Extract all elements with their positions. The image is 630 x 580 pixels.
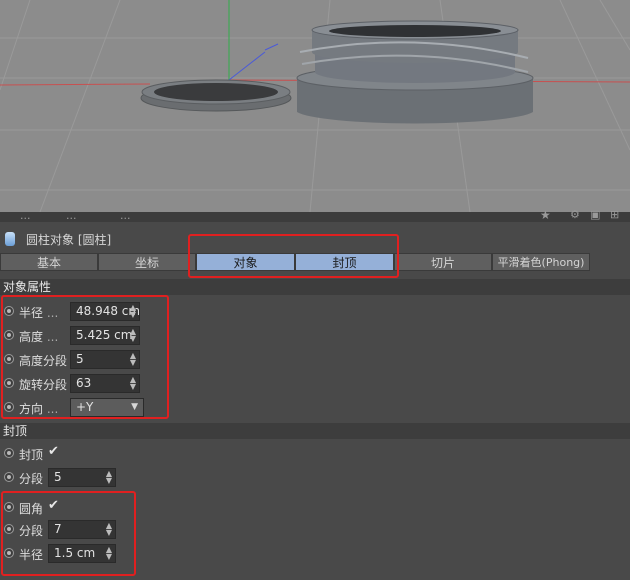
fillet-label: 圆角 <box>19 502 44 516</box>
height-segments-value: 5 <box>76 352 84 366</box>
height-dots: ... <box>46 330 59 344</box>
orientation-value: +Y <box>76 400 94 414</box>
fillet-radius-value: 1.5 cm <box>54 546 96 560</box>
attributes-panel: 圆柱对象 [圆柱] 基本 坐标 对象 封顶 切片 平滑着色(Phong) 对象属… <box>0 222 630 580</box>
animate-radio[interactable] <box>4 402 14 412</box>
tab-bar: 基本 坐标 对象 封顶 切片 平滑着色(Phong) <box>0 253 630 273</box>
animate-radio[interactable] <box>4 448 14 458</box>
fillet-segments-row: 分段 7 ▲ ▼ <box>0 519 630 541</box>
rotation-segments-input[interactable]: 63 ▲ ▼ <box>70 374 140 393</box>
height-row: 高度 ... 5.425 cm ▲ ▼ <box>0 325 630 347</box>
lock-icon[interactable]: ▣ <box>590 208 600 221</box>
cylinder-icon <box>5 232 15 246</box>
radius-label: 半径 <box>19 306 44 320</box>
cap-disk <box>140 79 292 112</box>
caps-checkbox[interactable]: ✔ <box>48 444 59 459</box>
star-icon[interactable]: ★ <box>540 208 551 222</box>
animate-radio[interactable] <box>4 306 14 316</box>
animate-radio[interactable] <box>4 524 14 534</box>
animate-radio[interactable] <box>4 378 14 388</box>
cylinder-object <box>296 20 534 124</box>
animate-radio[interactable] <box>4 472 14 482</box>
cap-segments-label: 分段 <box>19 472 44 486</box>
strip-text: ... <box>20 209 31 222</box>
radius-dots: ... <box>46 306 59 320</box>
spinner-icon[interactable]: ▲ ▼ <box>130 376 136 391</box>
spinner-icon[interactable]: ▲ ▼ <box>106 470 112 485</box>
rotation-segments-label: 旋转分段 <box>19 378 68 392</box>
height-segments-label: 高度分段 <box>19 354 68 368</box>
fillet-radius-input[interactable]: 1.5 cm ▲ ▼ <box>48 544 116 563</box>
object-header: 圆柱对象 [圆柱] <box>0 229 630 249</box>
spinner-icon[interactable]: ▲ ▼ <box>106 546 112 561</box>
height-input[interactable]: 5.425 cm ▲ ▼ <box>70 326 140 345</box>
cap-segments-value: 5 <box>54 470 62 484</box>
settings-icon[interactable]: ⚙ <box>570 208 580 221</box>
height-segments-input[interactable]: 5 ▲ ▼ <box>70 350 140 369</box>
height-segments-row: 高度分段 5 ▲ ▼ <box>0 349 630 371</box>
strip-text: ... <box>120 209 131 222</box>
tab-slice[interactable]: 切片 <box>394 253 492 271</box>
spinner-icon[interactable]: ▲ ▼ <box>130 304 136 319</box>
caps-row: 封顶 ✔ <box>0 443 630 465</box>
spinner-icon[interactable]: ▲ ▼ <box>130 328 136 343</box>
height-value: 5.425 cm <box>76 328 133 342</box>
animate-radio[interactable] <box>4 502 14 512</box>
tab-object[interactable]: 对象 <box>196 253 295 271</box>
tab-caps[interactable]: 封顶 <box>295 253 394 271</box>
orientation-select[interactable]: +Y ▼ <box>70 398 144 417</box>
orientation-dots: ... <box>46 402 59 416</box>
expand-icon[interactable]: ⊞ <box>610 208 619 221</box>
rotation-segments-row: 旋转分段 63 ▲ ▼ <box>0 373 630 395</box>
fillet-checkbox[interactable]: ✔ <box>48 498 59 513</box>
viewport-scene <box>0 0 630 212</box>
cap-segments-row: 分段 5 ▲ ▼ <box>0 467 630 489</box>
orientation-row: 方向 ... +Y ▼ <box>0 397 630 419</box>
fillet-radius-label: 半径 <box>19 548 44 562</box>
section-object-properties: 对象属性 <box>0 279 630 295</box>
section-caps: 封顶 <box>0 423 630 439</box>
chevron-down-icon: ▼ <box>131 402 138 412</box>
rotation-segments-value: 63 <box>76 376 92 390</box>
fillet-row: 圆角 ✔ <box>0 497 630 519</box>
tab-basic[interactable]: 基本 <box>0 253 98 271</box>
animate-radio[interactable] <box>4 354 14 364</box>
caps-label: 封顶 <box>19 448 44 462</box>
spinner-icon[interactable]: ▲ ▼ <box>106 522 112 537</box>
fillet-segments-input[interactable]: 7 ▲ ▼ <box>48 520 116 539</box>
3d-viewport[interactable] <box>0 0 630 212</box>
orientation-label: 方向 <box>19 402 44 416</box>
radius-input[interactable]: 48.948 cm ▲ ▼ <box>70 302 140 321</box>
fillet-radius-row: 半径 1.5 cm ▲ ▼ <box>0 543 630 565</box>
animate-radio[interactable] <box>4 548 14 558</box>
radius-row: 半径 ... 48.948 cm ▲ ▼ <box>0 301 630 323</box>
strip-text: ... <box>66 209 77 222</box>
fillet-segments-label: 分段 <box>19 524 44 538</box>
tab-coord[interactable]: 坐标 <box>98 253 196 271</box>
viewport-status-strip: ... ... ... ★ ⚙ ▣ ⊞ <box>0 208 630 222</box>
cap-segments-input[interactable]: 5 ▲ ▼ <box>48 468 116 487</box>
height-label: 高度 <box>19 330 44 344</box>
spinner-icon[interactable]: ▲ ▼ <box>130 352 136 367</box>
animate-radio[interactable] <box>4 330 14 340</box>
fillet-segments-value: 7 <box>54 522 62 536</box>
tab-phong[interactable]: 平滑着色(Phong) <box>492 253 590 271</box>
object-title: 圆柱对象 [圆柱] <box>26 233 112 247</box>
